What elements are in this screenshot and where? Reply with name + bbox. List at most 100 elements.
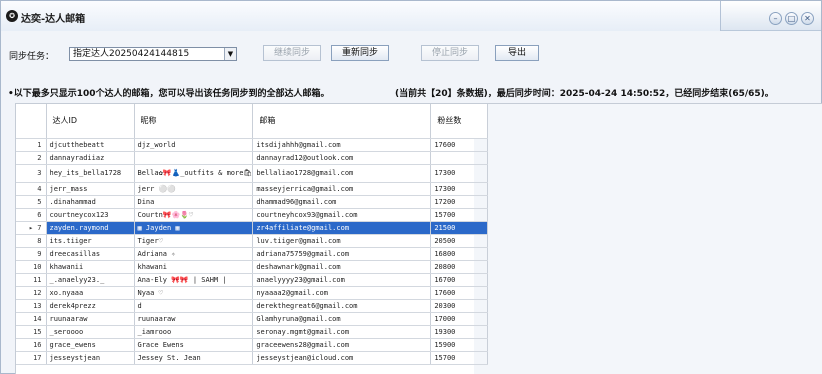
row-number[interactable]: ▸ 7 — [16, 221, 47, 235]
cell-followers[interactable]: 19300 — [430, 325, 489, 339]
cell-nickname[interactable]: ▦ Jayden ▦ — [134, 221, 254, 235]
sync-task-select[interactable]: 指定达人20250424144815 ▼ — [69, 47, 237, 61]
cell-followers[interactable]: 15700 — [430, 351, 489, 365]
cell-email[interactable]: graceewens28@gmail.com — [252, 338, 432, 352]
cell-followers[interactable]: 17600 — [430, 286, 489, 300]
cell-followers[interactable]: 20500 — [430, 234, 489, 248]
cell-email[interactable]: nyaaaa2@gmail.com — [252, 286, 432, 300]
row-number[interactable]: 13 — [16, 299, 47, 313]
table-row[interactable]: 16 grace_ewens Grace Ewens graceewens28@gma… — [16, 338, 489, 352]
cell-email[interactable]: luv.tiiger@gmail.com — [252, 234, 432, 248]
cell-nickname[interactable]: khawani — [134, 260, 254, 274]
row-number[interactable]: 11 — [16, 273, 47, 287]
table-row[interactable]: 14 ruunaaraw ruunaaraw Glamhyruna@gmail.com… — [16, 312, 489, 326]
row-number[interactable]: 3 — [16, 164, 47, 183]
row-number[interactable]: 2 — [16, 151, 47, 165]
cell-influencer-id[interactable]: .dinahammad — [46, 195, 135, 209]
cell-influencer-id[interactable]: courtneycox123 — [46, 208, 135, 222]
cell-influencer-id[interactable]: dreecasillas — [46, 247, 135, 261]
cell-email[interactable]: Glamhyruna@gmail.com — [252, 312, 432, 326]
cell-influencer-id[interactable]: ruunaaraw — [46, 312, 135, 326]
row-number[interactable]: 10 — [16, 260, 47, 274]
cell-followers[interactable]: 17200 — [430, 195, 489, 209]
export-button[interactable]: 导出 — [495, 45, 539, 61]
cell-email[interactable]: zr4affiliate@gmail.com — [252, 221, 432, 235]
minimize-icon[interactable]: – — [769, 12, 782, 25]
table-row[interactable]: 10 khawanii khawani deshawnark@gmail.com 208… — [16, 260, 489, 274]
cell-email[interactable]: deshawnark@gmail.com — [252, 260, 432, 274]
cell-email[interactable]: derekthegreat6@gmail.com — [252, 299, 432, 313]
cell-influencer-id[interactable]: dannayradiiaz — [46, 151, 135, 165]
cell-nickname[interactable]: Ana-Ely 🎀🎀 | SAHM | — [134, 273, 254, 287]
table-row[interactable]: 2 dannayradiiaz dannayrad12@outlook.com — [16, 151, 489, 165]
cell-email[interactable]: masseyjerrica@gmail.com — [252, 182, 432, 196]
table-row[interactable]: 12 xo.nyaaa Nyaa ♡ nyaaaa2@gmail.com 17600 — [16, 286, 489, 300]
cell-followers[interactable]: 20300 — [430, 299, 489, 313]
table-row[interactable]: 3 hey_its_bella1728 Bella✿🎀👗_outfits & mor… — [16, 164, 489, 183]
table-row[interactable]: 11 _.anaelyy23._ Ana-Ely 🎀🎀 | SAHM | anaely… — [16, 273, 489, 287]
cell-followers[interactable]: 16700 — [430, 273, 489, 287]
chevron-down-icon[interactable]: ▼ — [224, 48, 236, 60]
cell-nickname[interactable]: Courtn🎀🌸🌷♡ — [134, 208, 254, 222]
cell-influencer-id[interactable]: djcutthebeatt — [46, 138, 135, 152]
table-row[interactable]: 1 djcutthebeatt djz_world itsdijahhh@gmail.… — [16, 138, 489, 152]
cell-nickname[interactable]: _iamrooo — [134, 325, 254, 339]
cell-influencer-id[interactable]: derek4prezz — [46, 299, 135, 313]
row-number[interactable]: 15 — [16, 325, 47, 339]
table-row[interactable]: ▸ 7 zayden.raymond ▦ Jayden ▦ zr4affiliate@… — [16, 221, 489, 235]
column-header-id[interactable]: 达人ID — [46, 104, 135, 139]
cell-followers[interactable]: 16800 — [430, 247, 489, 261]
close-icon[interactable]: ✕ — [801, 12, 814, 25]
cell-email[interactable]: seronay.mgmt@gmail.com — [252, 325, 432, 339]
row-number[interactable]: 5 — [16, 195, 47, 209]
cell-influencer-id[interactable]: its.tiiger — [46, 234, 135, 248]
cell-influencer-id[interactable]: _.anaelyy23._ — [46, 273, 135, 287]
table-row[interactable]: 13 derek4prezz d derekthegreat6@gmail.com 20… — [16, 299, 489, 313]
row-number[interactable]: 8 — [16, 234, 47, 248]
cell-nickname[interactable]: ruunaaraw — [134, 312, 254, 326]
cell-followers[interactable] — [430, 151, 489, 165]
cell-email[interactable]: adriana75759@gmail.com — [252, 247, 432, 261]
cell-email[interactable]: jesseystjean@icloud.com — [252, 351, 432, 365]
row-number[interactable]: 12 — [16, 286, 47, 300]
table-row[interactable]: 6 courtneycox123 Courtn🎀🌸🌷♡ courtneyhcox93@… — [16, 208, 489, 222]
cell-followers[interactable]: 17300 — [430, 164, 489, 183]
cell-email[interactable]: itsdijahhh@gmail.com — [252, 138, 432, 152]
cell-email[interactable]: anaelyyyy23@gmail.com — [252, 273, 432, 287]
cell-influencer-id[interactable]: jerr_mass — [46, 182, 135, 196]
maximize-icon[interactable]: □ — [785, 12, 798, 25]
row-number[interactable]: 16 — [16, 338, 47, 352]
cell-followers[interactable]: 15900 — [430, 338, 489, 352]
cell-influencer-id[interactable]: grace_ewens — [46, 338, 135, 352]
column-header-followers[interactable]: 粉丝数 — [430, 104, 489, 139]
cell-influencer-id[interactable]: jesseystjean — [46, 351, 135, 365]
stop-sync-button[interactable]: 停止同步 — [421, 45, 479, 61]
cell-email[interactable]: courtneyhcox93@gmail.com — [252, 208, 432, 222]
cell-influencer-id[interactable]: _seroooo — [46, 325, 135, 339]
row-number[interactable]: 14 — [16, 312, 47, 326]
cell-nickname[interactable]: Nyaa ♡ — [134, 286, 254, 300]
cell-followers[interactable]: 17600 — [430, 138, 489, 152]
cell-influencer-id[interactable]: hey_its_bella1728 — [46, 164, 135, 183]
cell-followers[interactable]: 20800 — [430, 260, 489, 274]
cell-nickname[interactable]: jerr ⚪⚪ — [134, 182, 254, 196]
cell-email[interactable]: dhammad96@gmail.com — [252, 195, 432, 209]
column-header-nickname[interactable]: 昵称 — [134, 104, 254, 139]
table-row[interactable]: 4 jerr_mass jerr ⚪⚪ masseyjerrica@gmail.com… — [16, 182, 489, 196]
table-row[interactable]: 9 dreecasillas Adriana ✧ adriana75759@gmail… — [16, 247, 489, 261]
resync-button[interactable]: 重新同步 — [331, 45, 389, 61]
row-number[interactable]: 6 — [16, 208, 47, 222]
cell-nickname[interactable]: Adriana ✧ — [134, 247, 254, 261]
row-number[interactable]: 17 — [16, 351, 47, 365]
cell-nickname[interactable]: Dina — [134, 195, 254, 209]
cell-nickname[interactable]: Grace Ewens — [134, 338, 254, 352]
cell-email[interactable]: dannayrad12@outlook.com — [252, 151, 432, 165]
cell-nickname[interactable]: djz_world — [134, 138, 254, 152]
influencer-email-grid[interactable]: 达人ID 昵称 邮箱 粉丝数 1 djcutthebeatt djz_world it… — [15, 103, 822, 374]
cell-influencer-id[interactable]: xo.nyaaa — [46, 286, 135, 300]
row-number[interactable]: 9 — [16, 247, 47, 261]
table-row[interactable]: 5 .dinahammad Dina dhammad96@gmail.com 17200 — [16, 195, 489, 209]
cell-nickname[interactable]: Bella✿🎀👗_outfits & more🛍 — [134, 164, 254, 183]
continue-sync-button[interactable]: 继续同步 — [263, 45, 321, 61]
cell-followers[interactable]: 17000 — [430, 312, 489, 326]
